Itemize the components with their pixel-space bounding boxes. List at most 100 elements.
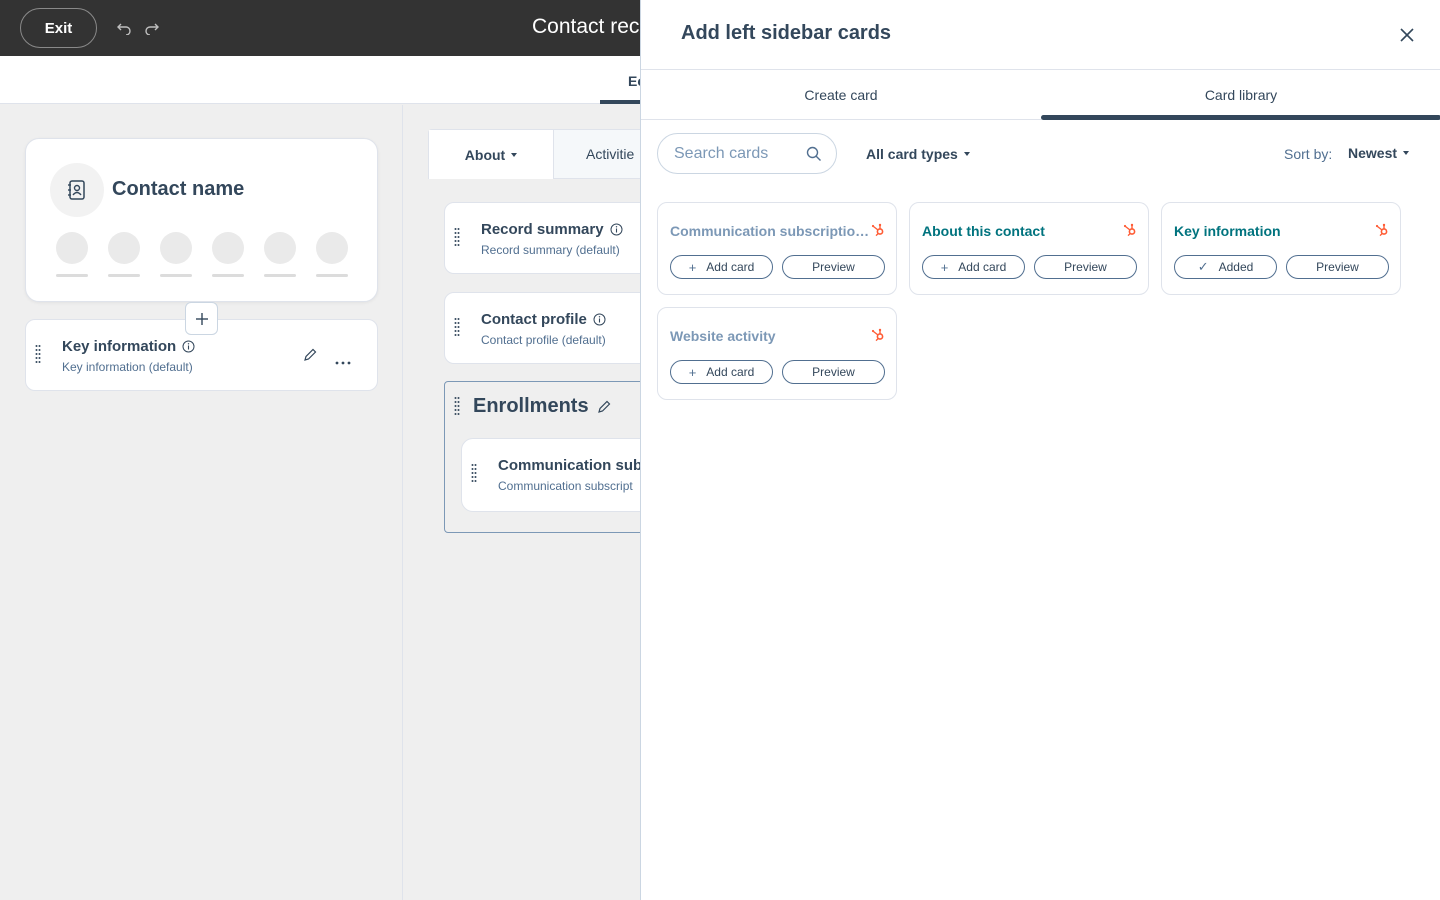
library-card[interactable]: Key information ✓ Added Preview: [1161, 202, 1401, 295]
drag-handle-icon[interactable]: [35, 344, 41, 366]
preview-label: Preview: [812, 365, 855, 379]
middle-tabs: About Activitie: [428, 129, 640, 179]
panel-header: Add left sidebar cards: [641, 0, 1440, 70]
tab-create-card[interactable]: Create card: [641, 70, 1041, 119]
edit-pencil-icon[interactable]: [597, 400, 611, 414]
preview-button[interactable]: Preview: [1286, 255, 1389, 279]
drag-handle-icon[interactable]: [471, 463, 477, 485]
preview-button[interactable]: Preview: [782, 360, 885, 384]
sort-by-label: Sort by:: [1284, 146, 1333, 162]
group-title-text: Enrollments: [473, 395, 589, 417]
chevron-down-icon: [963, 152, 970, 156]
preview-label: Preview: [812, 260, 855, 274]
card-subtitle: Communication subscript: [498, 479, 633, 493]
chevron-down-icon: [511, 152, 518, 157]
group-title: Enrollments: [473, 395, 611, 418]
sort-dropdown[interactable]: Newest: [1348, 145, 1410, 161]
page-title: Contact rec: [532, 15, 640, 38]
drag-handle-icon[interactable]: [454, 227, 460, 249]
drag-handle-icon[interactable]: [454, 396, 460, 418]
enrollments-group[interactable]: Enrollments Communication subs Communica…: [444, 381, 640, 533]
search-icon[interactable]: [806, 146, 822, 167]
card-title: Record summary: [481, 221, 623, 238]
library-card[interactable]: About this contact + Add card Preview: [909, 202, 1149, 295]
info-icon[interactable]: [182, 340, 195, 353]
plus-icon: [195, 312, 208, 325]
preview-label: Preview: [1316, 260, 1359, 274]
left-sidebar-column: Contact name Key information Key informa…: [0, 105, 403, 900]
chevron-down-icon: [1403, 151, 1410, 155]
added-button[interactable]: ✓ Added: [1174, 255, 1277, 279]
card-subtitle: Key information (default): [62, 360, 193, 374]
card-title: Key information: [62, 338, 195, 355]
preview-button[interactable]: Preview: [782, 255, 885, 279]
hubspot-sprocket-icon: [871, 223, 885, 242]
plus-icon: +: [940, 259, 949, 275]
card-title: Contact profile: [481, 311, 606, 328]
add-card-button[interactable]: + Add card: [922, 255, 1025, 279]
active-tab-indicator: [1041, 115, 1440, 120]
tab-about-label: About: [464, 146, 506, 163]
action-placeholder: [212, 232, 244, 277]
middle-column: About Activitie Record summary Record su…: [404, 105, 640, 900]
add-card-button[interactable]: [185, 302, 218, 335]
plus-icon: +: [688, 259, 697, 275]
checkmark-icon: ✓: [1197, 259, 1209, 274]
plus-icon: +: [688, 364, 697, 380]
undo-icon[interactable]: [114, 18, 134, 38]
add-card-button[interactable]: + Add card: [670, 360, 773, 384]
add-card-label: Add card: [958, 260, 1007, 274]
search-field[interactable]: [657, 133, 837, 174]
library-card-name: Website activity: [670, 328, 776, 344]
card-title: Communication subs: [498, 457, 640, 474]
action-placeholder: [316, 232, 348, 277]
library-card[interactable]: Communication subscriptio… + Add card Pre…: [657, 202, 897, 295]
hubspot-sprocket-icon: [1375, 223, 1389, 242]
hubspot-sprocket-icon: [871, 328, 885, 347]
action-placeholder: [264, 232, 296, 277]
drag-handle-icon[interactable]: [454, 317, 460, 339]
info-icon[interactable]: [610, 223, 623, 236]
record-summary-card[interactable]: Record summary Record summary (default): [444, 202, 640, 274]
info-icon[interactable]: [593, 313, 606, 326]
action-placeholder: [56, 232, 88, 277]
add-card-label: Add card: [706, 260, 755, 274]
tab-card-library[interactable]: Card library: [1041, 70, 1440, 119]
hubspot-sprocket-icon: [1123, 223, 1137, 242]
edit-pencil-icon[interactable]: [303, 348, 317, 367]
library-card-name: About this contact: [922, 223, 1045, 239]
preview-button[interactable]: Preview: [1034, 255, 1137, 279]
card-title-text: Record summary: [481, 221, 604, 238]
contact-name: Contact name: [112, 178, 245, 200]
avatar: [50, 163, 104, 217]
added-label: Added: [1218, 260, 1254, 274]
communication-subscriptions-card[interactable]: Communication subs Communication subscri…: [461, 438, 640, 512]
close-icon[interactable]: [1397, 25, 1417, 45]
preview-label: Preview: [1064, 260, 1107, 274]
card-types-dropdown[interactable]: All card types: [866, 146, 970, 162]
add-card-button[interactable]: + Add card: [670, 255, 773, 279]
exit-button[interactable]: Exit: [20, 8, 97, 48]
card-subtitle: Record summary (default): [481, 243, 620, 257]
tab-activities[interactable]: Activitie: [586, 146, 634, 162]
more-options-icon[interactable]: [335, 352, 351, 370]
sort-value: Newest: [1348, 145, 1398, 161]
library-card-name: Key information: [1174, 223, 1281, 239]
add-card-label: Add card: [706, 365, 755, 379]
contact-book-icon: [68, 180, 85, 200]
card-types-label: All card types: [866, 146, 958, 162]
add-cards-panel: Add left sidebar cards Create card Card …: [640, 0, 1440, 900]
panel-title: Add left sidebar cards: [681, 22, 892, 44]
redo-icon[interactable]: [142, 18, 162, 38]
card-title-text: Key information: [62, 338, 177, 355]
action-placeholder: [108, 232, 140, 277]
tab-about[interactable]: About: [429, 130, 554, 179]
search-input[interactable]: [674, 144, 794, 163]
action-placeholder: [160, 232, 192, 277]
card-subtitle: Contact profile (default): [481, 333, 606, 347]
panel-tabs: Create card Card library: [641, 70, 1440, 120]
library-card[interactable]: Website activity + Add card Preview: [657, 307, 897, 400]
library-card-name: Communication subscriptio…: [670, 223, 870, 239]
contact-profile-card[interactable]: Contact profile Contact profile (default…: [444, 292, 640, 364]
contact-header-card: Contact name: [25, 138, 378, 302]
